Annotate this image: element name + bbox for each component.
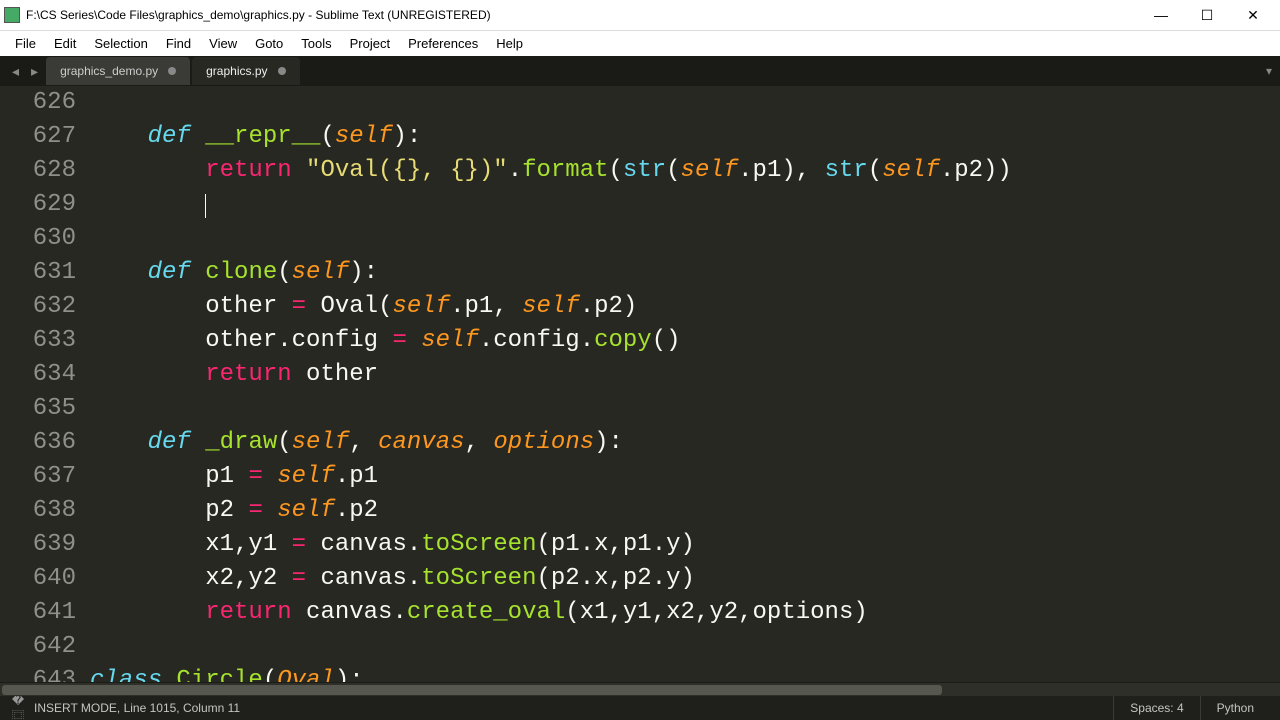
code-line[interactable]: [90, 630, 1280, 664]
maximize-button[interactable]: ☐: [1184, 0, 1230, 30]
tab-nav-right-icon[interactable]: ▸: [25, 63, 44, 80]
line-number: 626: [0, 86, 76, 120]
menu-find[interactable]: Find: [157, 33, 200, 54]
line-number: 640: [0, 562, 76, 596]
window-title: F:\CS Series\Code Files\graphics_demo\gr…: [26, 8, 1138, 22]
menu-selection[interactable]: Selection: [85, 33, 156, 54]
panel-switch-icon[interactable]: �⿴: [10, 693, 26, 720]
tab-overflow-icon[interactable]: ▾: [1266, 64, 1272, 78]
menu-tools[interactable]: Tools: [292, 33, 340, 54]
code-line[interactable]: return "Oval({}, {})".format(str(self.p1…: [90, 154, 1280, 188]
menu-view[interactable]: View: [200, 33, 246, 54]
tab-label: graphics.py: [206, 64, 267, 78]
code-line[interactable]: return canvas.create_oval(x1,y1,x2,y2,op…: [90, 596, 1280, 630]
tab-graphics-py[interactable]: graphics.py: [192, 57, 299, 85]
code-line[interactable]: other.config = self.config.copy(): [90, 324, 1280, 358]
code-content[interactable]: def __repr__(self): return "Oval({}, {})…: [90, 86, 1280, 682]
line-number: 632: [0, 290, 76, 324]
menu-goto[interactable]: Goto: [246, 33, 292, 54]
close-button[interactable]: ✕: [1230, 0, 1276, 30]
code-line[interactable]: [90, 188, 1280, 222]
code-line[interactable]: class Circle(Oval):: [90, 664, 1280, 682]
line-number: 642: [0, 630, 76, 664]
code-line[interactable]: def __repr__(self):: [90, 120, 1280, 154]
line-number: 629: [0, 188, 76, 222]
tab-graphics_demo-py[interactable]: graphics_demo.py: [46, 57, 190, 85]
code-line[interactable]: def clone(self):: [90, 256, 1280, 290]
status-syntax[interactable]: Python: [1200, 696, 1270, 720]
menu-project[interactable]: Project: [341, 33, 399, 54]
minimize-button[interactable]: —: [1138, 0, 1184, 30]
menu-bar: FileEditSelectionFindViewGotoToolsProjec…: [0, 30, 1280, 56]
tab-label: graphics_demo.py: [60, 64, 158, 78]
code-line[interactable]: other = Oval(self.p1, self.p2): [90, 290, 1280, 324]
line-number: 641: [0, 596, 76, 630]
line-number: 639: [0, 528, 76, 562]
code-line[interactable]: return other: [90, 358, 1280, 392]
horizontal-scrollbar[interactable]: [0, 682, 1280, 696]
status-mode: INSERT MODE, Line 1015, Column 11: [34, 701, 1113, 715]
editor-area[interactable]: 6266276286296306316326336346356366376386…: [0, 86, 1280, 682]
line-number: 636: [0, 426, 76, 460]
line-gutter: 6266276286296306316326336346356366376386…: [0, 86, 90, 682]
line-number: 638: [0, 494, 76, 528]
code-line[interactable]: x2,y2 = canvas.toScreen(p2.x,p2.y): [90, 562, 1280, 596]
status-indent[interactable]: Spaces: 4: [1113, 696, 1199, 720]
code-line[interactable]: x1,y1 = canvas.toScreen(p1.x,p1.y): [90, 528, 1280, 562]
code-line[interactable]: def _draw(self, canvas, options):: [90, 426, 1280, 460]
menu-preferences[interactable]: Preferences: [399, 33, 487, 54]
line-number: 628: [0, 154, 76, 188]
code-line[interactable]: [90, 392, 1280, 426]
code-line[interactable]: [90, 222, 1280, 256]
menu-edit[interactable]: Edit: [45, 33, 85, 54]
horizontal-scrollbar-thumb[interactable]: [2, 685, 942, 695]
code-line[interactable]: [90, 86, 1280, 120]
line-number: 635: [0, 392, 76, 426]
status-bar: �⿴ INSERT MODE, Line 1015, Column 11 Spa…: [0, 696, 1280, 720]
window-titlebar: F:\CS Series\Code Files\graphics_demo\gr…: [0, 0, 1280, 30]
menu-file[interactable]: File: [6, 33, 45, 54]
line-number: 631: [0, 256, 76, 290]
tab-dirty-icon: [278, 67, 286, 75]
tab-strip: ◂ ▸ graphics_demo.py graphics.py ▾: [0, 56, 1280, 86]
app-icon: [4, 7, 20, 23]
code-line[interactable]: p1 = self.p1: [90, 460, 1280, 494]
line-number: 627: [0, 120, 76, 154]
line-number: 634: [0, 358, 76, 392]
line-number: 630: [0, 222, 76, 256]
tab-nav-left-icon[interactable]: ◂: [6, 63, 25, 80]
line-number: 637: [0, 460, 76, 494]
tab-dirty-icon: [168, 67, 176, 75]
line-number: 633: [0, 324, 76, 358]
code-line[interactable]: p2 = self.p2: [90, 494, 1280, 528]
menu-help[interactable]: Help: [487, 33, 532, 54]
line-number: 643: [0, 664, 76, 682]
